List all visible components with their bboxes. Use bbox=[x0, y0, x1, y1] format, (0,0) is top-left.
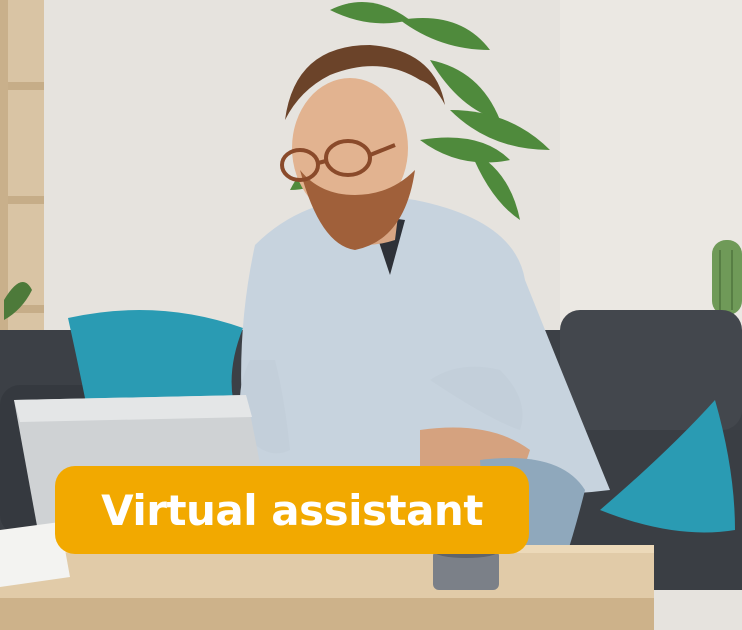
virtual-assistant-badge: Virtual assistant bbox=[55, 466, 529, 554]
badge-label: Virtual assistant bbox=[101, 485, 483, 535]
cactus bbox=[712, 240, 742, 315]
coffee-table bbox=[0, 545, 654, 630]
